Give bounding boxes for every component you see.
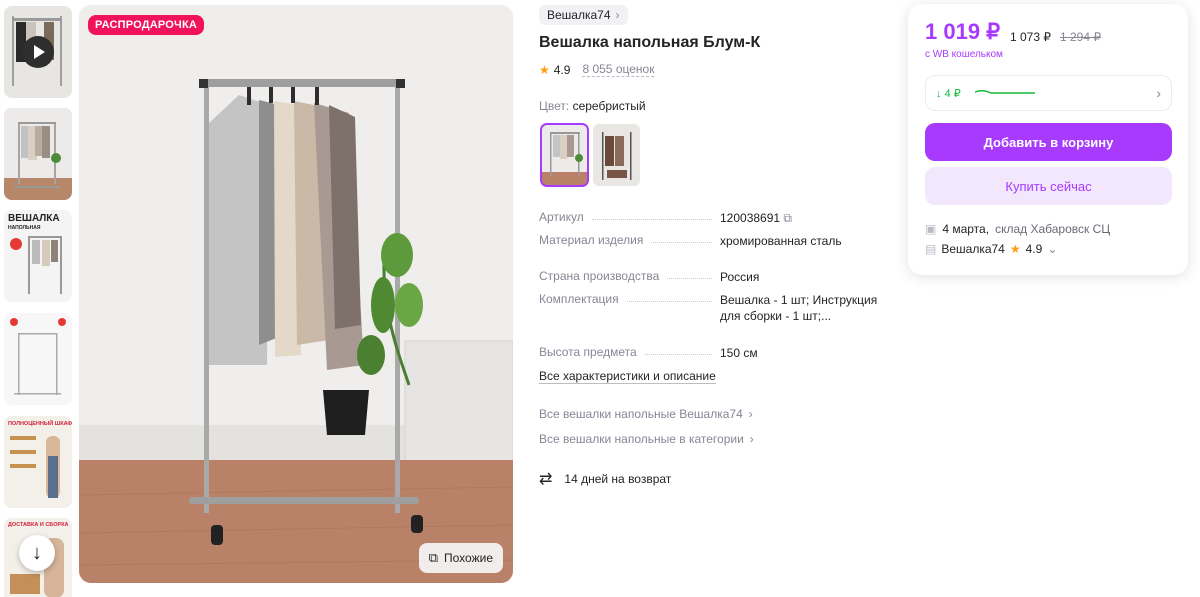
prop-value: 120038691 ⧉ <box>720 210 880 226</box>
seller-name: Вешалка74 <box>941 242 1005 256</box>
prop-key: Артикул <box>539 210 584 224</box>
prop-row-material: Материал изделия хромированная сталь <box>539 233 889 249</box>
article-number: 120038691 <box>720 211 781 225</box>
star-icon: ★ <box>539 62 550 77</box>
similar-icon: ⧉ <box>428 550 439 565</box>
category-label: Все вешалки напольные в категории <box>539 432 744 446</box>
buy-card: 1 019 ₽ 1 073 ₽ 1 294 ₽ с WB кошельком ↓… <box>908 4 1188 275</box>
dimensions-thumb-image <box>4 313 72 405</box>
delivery-place: склад Хабаровск СЦ <box>995 222 1111 236</box>
category-link[interactable]: Все вешалки напольные в категории › <box>539 432 754 446</box>
prop-value: Россия <box>720 270 760 284</box>
play-icon[interactable] <box>22 36 54 68</box>
color-swatch-silver[interactable] <box>540 123 589 187</box>
chevron-right-icon: › <box>748 407 753 421</box>
prop-key: Материал изделия <box>539 233 644 247</box>
price-history[interactable]: ↓ 4 ₽ › <box>925 75 1172 111</box>
brand-name: Вешалка74 <box>547 8 611 22</box>
rating-value: 4.9 <box>553 62 571 77</box>
hanger-thumb-image <box>4 108 72 200</box>
prop-row-article: Артикул 120038691 ⧉ <box>539 210 889 226</box>
svg-text:ДОСТАВКА И СБОРКА: ДОСТАВКА И СБОРКА <box>8 522 69 528</box>
brand-category-link[interactable]: Все вешалки напольные Вешалка74 › <box>539 407 753 421</box>
price-regular: 1 073 ₽ <box>1010 30 1051 44</box>
sale-badge: РАСПРОДАРОЧКА <box>88 15 205 35</box>
hanger-photo <box>79 5 513 583</box>
return-policy: ⇄ 14 дней на возврат <box>539 469 671 489</box>
color-label-value: серебристый <box>572 99 646 113</box>
infographic-thumb-image: ВЕШАЛКА НАПОЛЬНАЯ <box>4 210 72 302</box>
prop-row-height: Высота предмета 150 см <box>539 345 889 361</box>
chevron-right-icon: › <box>1156 85 1161 101</box>
prop-row-set: Комплектация Вешалка - 1 шт; Инструкция … <box>539 292 889 324</box>
delivery-date: 4 марта, <box>942 222 990 236</box>
brand-category-label: Все вешалки напольные Вешалка74 <box>539 407 743 421</box>
reviews-link[interactable]: 8 055 оценок <box>582 62 655 77</box>
brand-link[interactable]: Вешалка74 › <box>539 5 628 25</box>
price-old: 1 294 ₽ <box>1060 30 1101 44</box>
similar-label: Похожие <box>444 551 493 565</box>
svg-text:ВЕШАЛКА: ВЕШАЛКА <box>8 213 60 224</box>
price-sparkline <box>974 89 1035 94</box>
chevron-down-icon: ⌄ <box>1047 242 1058 256</box>
thumbnail-photo-1[interactable] <box>4 108 72 200</box>
svg-text:ПОЛНОЦЕННЫЙ ШКАФ: ПОЛНОЦЕННЫЙ ШКАФ <box>8 419 72 427</box>
prop-value: хромированная сталь <box>720 234 842 248</box>
delivery-info: ▣ 4 марта, склад Хабаровск СЦ <box>925 222 1110 236</box>
all-characteristics-link[interactable]: Все характеристики и описание <box>539 369 716 384</box>
thumbnail-photo-2[interactable]: ВЕШАЛКА НАПОЛЬНАЯ <box>4 210 72 302</box>
prop-key: Комплектация <box>539 292 619 306</box>
thumbnail-photo-4[interactable]: ПОЛНОЦЕННЫЙ ШКАФ <box>4 416 72 508</box>
thumbnail-photo-3[interactable] <box>4 313 72 405</box>
seller-rating: 4.9 <box>1025 242 1043 256</box>
thumbnail-list: ВЕШАЛКА НАПОЛЬНАЯ ПОЛНОЦЕННЫЙ ШКАФ ДОСТА… <box>0 0 76 597</box>
swatch-silver-image <box>541 124 588 186</box>
product-title: Вешалка напольная Блум-К <box>539 34 761 51</box>
thumbnail-video[interactable] <box>4 6 72 98</box>
color-label-key: Цвет: <box>539 99 570 113</box>
chevron-right-icon: › <box>615 8 620 22</box>
chevron-right-icon: › <box>749 432 754 446</box>
shop-icon: ▤ <box>925 242 937 256</box>
price-history-delta: ↓ 4 ₽ <box>936 87 961 100</box>
wallet-note[interactable]: с WB кошельком <box>925 49 1003 60</box>
svg-text:НАПОЛЬНАЯ: НАПОЛЬНАЯ <box>8 225 41 231</box>
add-to-cart-button[interactable]: Добавить в корзину <box>925 123 1172 161</box>
star-icon: ★ <box>1009 242 1021 256</box>
prop-key: Высота предмета <box>539 345 637 359</box>
prop-row-country: Страна производства Россия <box>539 269 889 285</box>
product-rating: ★ 4.9 8 055 оценок <box>539 62 655 77</box>
seller-info[interactable]: ▤ Вешалка74 ★ 4.9 ⌄ <box>925 242 1057 256</box>
color-swatch-dark[interactable] <box>593 124 640 186</box>
scroll-down-button[interactable]: ↓ <box>19 535 55 571</box>
prop-value: Вешалка - 1 шт; Инструкция для сборки - … <box>720 293 878 323</box>
arrow-down-icon: ↓ <box>32 541 42 564</box>
main-product-image[interactable]: РАСПРОДАРОЧКА ⧉ Похожие <box>79 5 513 583</box>
return-icon: ⇄ <box>539 471 553 488</box>
copy-icon[interactable]: ⧉ <box>783 211 792 225</box>
return-text: 14 дней на возврат <box>564 472 672 486</box>
color-label: Цвет: серебристый <box>539 99 646 113</box>
prop-key: Страна производства <box>539 269 660 283</box>
closet-thumb-image: ПОЛНОЦЕННЫЙ ШКАФ <box>4 416 72 508</box>
price-wallet: 1 019 ₽ <box>925 19 1001 44</box>
box-icon: ▣ <box>925 222 937 236</box>
buy-now-button[interactable]: Купить сейчас <box>925 167 1172 205</box>
similar-button[interactable]: ⧉ Похожие <box>418 543 503 573</box>
prop-value: 150 см <box>720 346 758 360</box>
swatch-dark-image <box>593 124 640 186</box>
